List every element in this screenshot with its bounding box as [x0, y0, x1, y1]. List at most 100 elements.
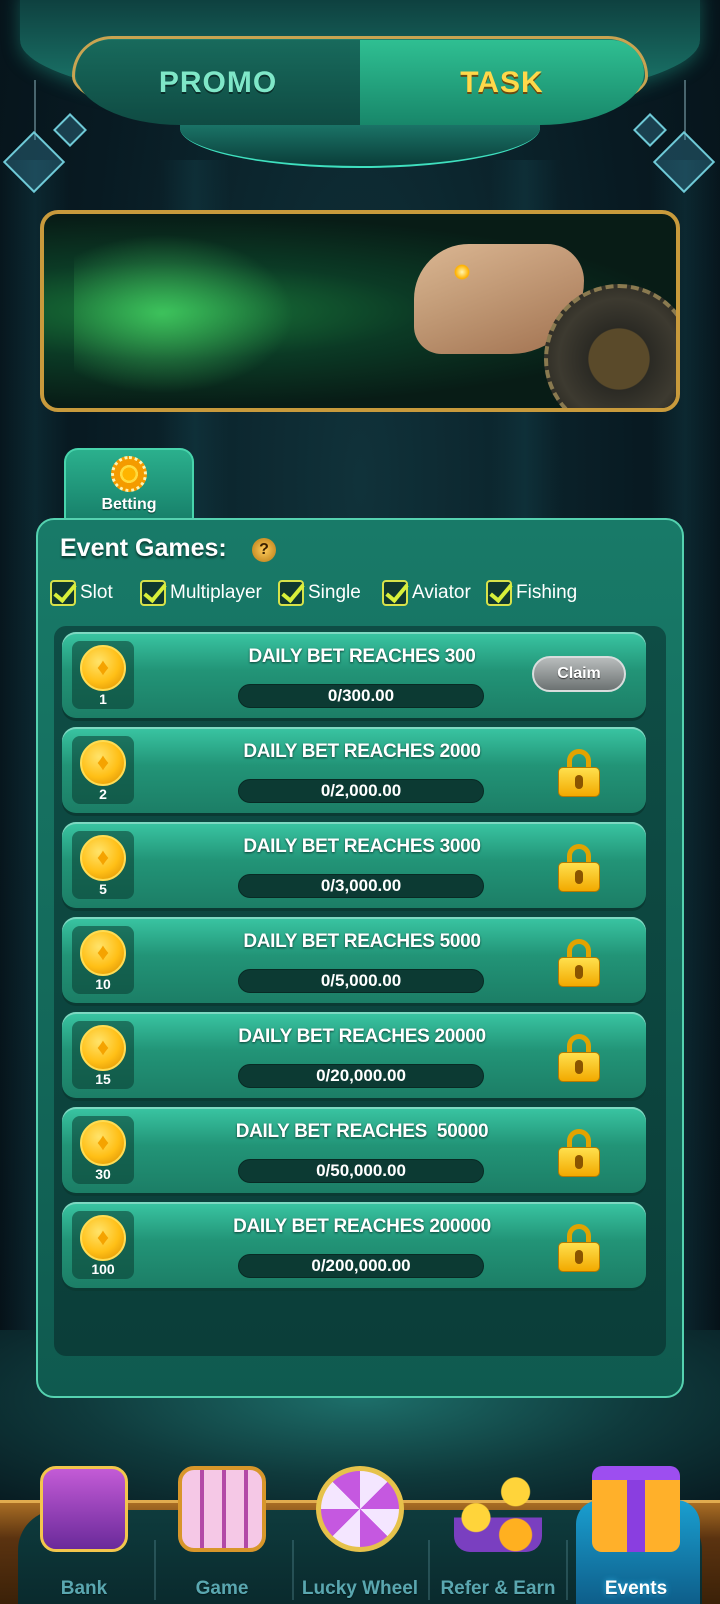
task-row: ♦ 5 DAILY BET REACHES 3000 0/3,000.00 — [62, 822, 646, 908]
task-title: DAILY BET REACHES 300 — [248, 646, 476, 667]
progress-text: 0/2,000.00 — [320, 781, 402, 800]
progress-bar: 0/5,000.00 — [238, 969, 484, 993]
reward-amount: 1 — [99, 691, 107, 707]
lock-icon — [558, 939, 600, 987]
game-filter-label: Slot — [80, 582, 113, 603]
progress-bar: 0/300.00 — [238, 684, 484, 708]
progress-bar: 0/50,000.00 — [238, 1159, 484, 1183]
progress-text: 0/20,000.00 — [316, 1066, 406, 1085]
banner-sparkle — [454, 264, 470, 280]
lock-icon — [558, 1034, 600, 1082]
nav-item-lucky-wheel[interactable]: Lucky Wheel — [292, 1460, 428, 1604]
nav-item-events[interactable]: Events — [568, 1460, 704, 1604]
reward-amount: 15 — [95, 1071, 111, 1087]
lock-icon — [558, 1129, 600, 1177]
help-icon[interactable]: ? — [252, 538, 276, 562]
game-filter-multiplayer[interactable]: Multiplayer — [140, 578, 262, 608]
task-title: DAILY BET REACHES 20000 — [238, 1026, 486, 1047]
coin-icon: ♦ — [80, 1215, 126, 1261]
gift-icon — [592, 1466, 680, 1552]
header-bottom — [180, 120, 540, 168]
nav-item-bank[interactable]: Bank — [16, 1460, 152, 1604]
lock-icon — [558, 1224, 600, 1272]
coin-icon: ♦ — [80, 1120, 126, 1166]
event-games-title: Event Games: — [60, 534, 227, 562]
reward-box: ♦ 30 — [72, 1116, 134, 1184]
reward-amount: 10 — [95, 976, 111, 992]
task-title: DAILY BET REACHES 2000 — [243, 741, 481, 762]
task-title: DAILY BET REACHES 50000 — [235, 1121, 489, 1142]
diamond-ornament-icon — [633, 113, 667, 147]
reward-amount: 5 — [99, 881, 107, 897]
lucky-wheel-icon — [316, 1466, 404, 1552]
reward-box: ♦ 5 — [72, 831, 134, 899]
task-row: ♦ 1 DAILY BET REACHES 300 0/300.00 Claim — [62, 632, 646, 718]
reward-box: ♦ 10 — [72, 926, 134, 994]
task-panel: Event Games: ? Slot Multiplayer Single A… — [36, 518, 684, 1398]
reward-box: ♦ 2 — [72, 736, 134, 804]
reward-amount: 30 — [95, 1166, 111, 1182]
task-row: ♦ 30 DAILY BET REACHES 50000 0/50,000.00 — [62, 1107, 646, 1193]
task-row: ♦ 100 DAILY BET REACHES 200000 0/200,000… — [62, 1202, 646, 1288]
coin-icon: ♦ — [80, 930, 126, 976]
task-title: DAILY BET REACHES 200000 — [233, 1216, 491, 1237]
lock-icon — [558, 749, 600, 797]
coin-icon: ♦ — [80, 1025, 126, 1071]
task-row: ♦ 2 DAILY BET REACHES 2000 0/2,000.00 — [62, 727, 646, 813]
checkbox-checked-icon[interactable] — [50, 580, 76, 606]
slot-machine-icon — [178, 1466, 266, 1552]
progress-bar: 0/3,000.00 — [238, 874, 484, 898]
game-filter-fishing[interactable]: Fishing — [486, 578, 577, 608]
checkbox-checked-icon[interactable] — [140, 580, 166, 606]
progress-text: 0/50,000.00 — [316, 1161, 406, 1180]
game-filter-single[interactable]: Single — [278, 578, 361, 608]
reward-amount: 100 — [91, 1261, 115, 1277]
banner-aurora — [74, 234, 294, 394]
task-row: ♦ 10 DAILY BET REACHES 5000 0/5,000.00 — [62, 917, 646, 1003]
progress-text: 0/200,000.00 — [311, 1256, 411, 1275]
game-filter-label: Aviator — [412, 582, 471, 603]
checkbox-checked-icon[interactable] — [486, 580, 512, 606]
reward-amount: 2 — [99, 786, 107, 802]
nav-label: Events — [604, 1578, 668, 1599]
game-filter-slot[interactable]: Slot — [50, 578, 113, 608]
coin-icon: ♦ — [80, 645, 126, 691]
tab-promo[interactable]: PROMO — [76, 40, 360, 125]
reward-box: ♦ 100 — [72, 1211, 134, 1279]
progress-text: 0/3,000.00 — [320, 876, 402, 895]
poker-chip-icon — [111, 456, 147, 492]
diamond-ornament-icon — [53, 113, 87, 147]
game-filter-label: Multiplayer — [170, 582, 262, 603]
nav-item-refer-earn[interactable]: Refer & Earn — [430, 1460, 566, 1604]
progress-bar: 0/2,000.00 — [238, 779, 484, 803]
progress-bar: 0/20,000.00 — [238, 1064, 484, 1088]
game-filter-label: Fishing — [516, 582, 578, 603]
checkbox-checked-icon[interactable] — [382, 580, 408, 606]
category-tab-label: Betting — [101, 496, 157, 513]
bottom-nav: Bank Game Lucky Wheel Refer & Earn Event… — [0, 1460, 720, 1604]
nav-label: Lucky Wheel — [301, 1578, 419, 1599]
nav-label: Game — [195, 1578, 249, 1599]
nav-item-game[interactable]: Game — [154, 1460, 290, 1604]
checkbox-checked-icon[interactable] — [278, 580, 304, 606]
game-filter-label: Single — [308, 582, 361, 603]
task-list: ♦ 1 DAILY BET REACHES 300 0/300.00 Claim… — [54, 626, 666, 1356]
coin-icon: ♦ — [80, 740, 126, 786]
progress-bar: 0/200,000.00 — [238, 1254, 484, 1278]
bank-icon — [40, 1466, 128, 1552]
share-icon — [454, 1466, 542, 1552]
game-filter-aviator[interactable]: Aviator — [382, 578, 471, 608]
progress-text: 0/300.00 — [327, 686, 395, 705]
promo-banner[interactable] — [40, 210, 680, 412]
tab-task[interactable]: TASK — [360, 40, 644, 125]
task-row: ♦ 15 DAILY BET REACHES 20000 0/20,000.00 — [62, 1012, 646, 1098]
reward-box: ♦ 1 — [72, 641, 134, 709]
nav-label: Refer & Earn — [440, 1578, 556, 1599]
task-title: DAILY BET REACHES 5000 — [243, 931, 481, 952]
claim-button[interactable]: Claim — [532, 656, 626, 692]
coin-icon: ♦ — [80, 835, 126, 881]
event-games-list: Slot Multiplayer Single Aviator Fishing — [50, 578, 670, 608]
progress-text: 0/5,000.00 — [320, 971, 402, 990]
task-title: DAILY BET REACHES 3000 — [243, 836, 481, 857]
category-tab-betting[interactable]: Betting — [64, 448, 194, 520]
